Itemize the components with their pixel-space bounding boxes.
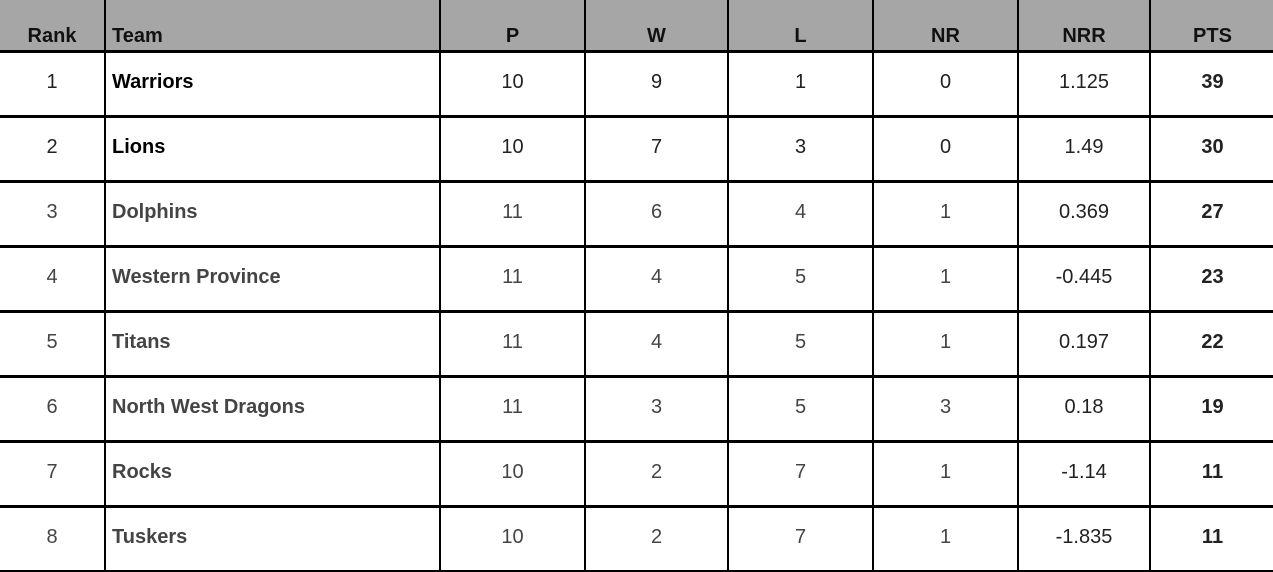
played-cell: 11 [439, 180, 586, 248]
points-cell: 27 [1149, 180, 1273, 248]
rank-cell: 2 [0, 115, 106, 183]
no-result-cell: 1 [872, 180, 1019, 248]
played-cell: 10 [439, 50, 586, 118]
header-team: Team [104, 0, 441, 53]
header-played: P [439, 0, 586, 53]
won-cell: 9 [584, 50, 729, 118]
nrr-cell: 1.49 [1017, 115, 1151, 183]
lost-cell: 5 [727, 310, 874, 378]
no-result-cell: 1 [872, 440, 1019, 508]
header-won: W [584, 0, 729, 53]
played-cell: 10 [439, 505, 586, 572]
header-lost: L [727, 0, 874, 53]
nrr-cell: 0.197 [1017, 310, 1151, 378]
lost-cell: 4 [727, 180, 874, 248]
table-row: 2 Lions 10 7 3 0 1.49 30 [0, 115, 1273, 183]
header-net-run-rate: NRR [1017, 0, 1151, 53]
nrr-cell: 0.369 [1017, 180, 1151, 248]
table-body: 1 Warriors 10 9 1 0 1.125 39 2 Lions 10 … [0, 50, 1273, 572]
header-points: PTS [1149, 0, 1273, 53]
points-cell: 39 [1149, 50, 1273, 118]
team-cell: Rocks [104, 440, 441, 508]
won-cell: 4 [584, 245, 729, 313]
team-cell: Western Province [104, 245, 441, 313]
table-row: 5 Titans 11 4 5 1 0.197 22 [0, 310, 1273, 378]
table-row: 7 Rocks 10 2 7 1 -1.14 11 [0, 440, 1273, 508]
team-cell: Tuskers [104, 505, 441, 572]
no-result-cell: 0 [872, 50, 1019, 118]
lost-cell: 1 [727, 50, 874, 118]
played-cell: 11 [439, 375, 586, 443]
won-cell: 2 [584, 440, 729, 508]
team-cell: Lions [104, 115, 441, 183]
table-row: 4 Western Province 11 4 5 1 -0.445 23 [0, 245, 1273, 313]
team-cell: Warriors [104, 50, 441, 118]
no-result-cell: 1 [872, 505, 1019, 572]
nrr-cell: -1.14 [1017, 440, 1151, 508]
points-cell: 11 [1149, 505, 1273, 572]
won-cell: 2 [584, 505, 729, 572]
team-cell: North West Dragons [104, 375, 441, 443]
points-cell: 11 [1149, 440, 1273, 508]
no-result-cell: 3 [872, 375, 1019, 443]
table-header: Rank Team P W L NR NRR PTS [0, 0, 1273, 53]
rank-cell: 8 [0, 505, 106, 572]
won-cell: 6 [584, 180, 729, 248]
header-no-result: NR [872, 0, 1019, 53]
points-cell: 19 [1149, 375, 1273, 443]
points-cell: 23 [1149, 245, 1273, 313]
rank-cell: 3 [0, 180, 106, 248]
no-result-cell: 0 [872, 115, 1019, 183]
nrr-cell: -1.835 [1017, 505, 1151, 572]
won-cell: 3 [584, 375, 729, 443]
nrr-cell: 1.125 [1017, 50, 1151, 118]
nrr-cell: -0.445 [1017, 245, 1151, 313]
points-cell: 30 [1149, 115, 1273, 183]
team-cell: Titans [104, 310, 441, 378]
rank-cell: 4 [0, 245, 106, 313]
won-cell: 7 [584, 115, 729, 183]
won-cell: 4 [584, 310, 729, 378]
no-result-cell: 1 [872, 310, 1019, 378]
played-cell: 10 [439, 440, 586, 508]
rank-cell: 5 [0, 310, 106, 378]
table-row: 1 Warriors 10 9 1 0 1.125 39 [0, 50, 1273, 118]
played-cell: 11 [439, 310, 586, 378]
header-row: Rank Team P W L NR NRR PTS [0, 0, 1273, 53]
no-result-cell: 1 [872, 245, 1019, 313]
table-row: 3 Dolphins 11 6 4 1 0.369 27 [0, 180, 1273, 248]
played-cell: 11 [439, 245, 586, 313]
rank-cell: 7 [0, 440, 106, 508]
points-table: Rank Team P W L NR NRR PTS 1 Warriors 10… [0, 0, 1273, 572]
lost-cell: 7 [727, 505, 874, 572]
rank-cell: 1 [0, 50, 106, 118]
table-row: 6 North West Dragons 11 3 5 3 0.18 19 [0, 375, 1273, 443]
team-cell: Dolphins [104, 180, 441, 248]
played-cell: 10 [439, 115, 586, 183]
points-cell: 22 [1149, 310, 1273, 378]
header-rank: Rank [0, 0, 106, 53]
rank-cell: 6 [0, 375, 106, 443]
lost-cell: 5 [727, 375, 874, 443]
nrr-cell: 0.18 [1017, 375, 1151, 443]
table-row: 8 Tuskers 10 2 7 1 -1.835 11 [0, 505, 1273, 572]
lost-cell: 3 [727, 115, 874, 183]
lost-cell: 5 [727, 245, 874, 313]
lost-cell: 7 [727, 440, 874, 508]
